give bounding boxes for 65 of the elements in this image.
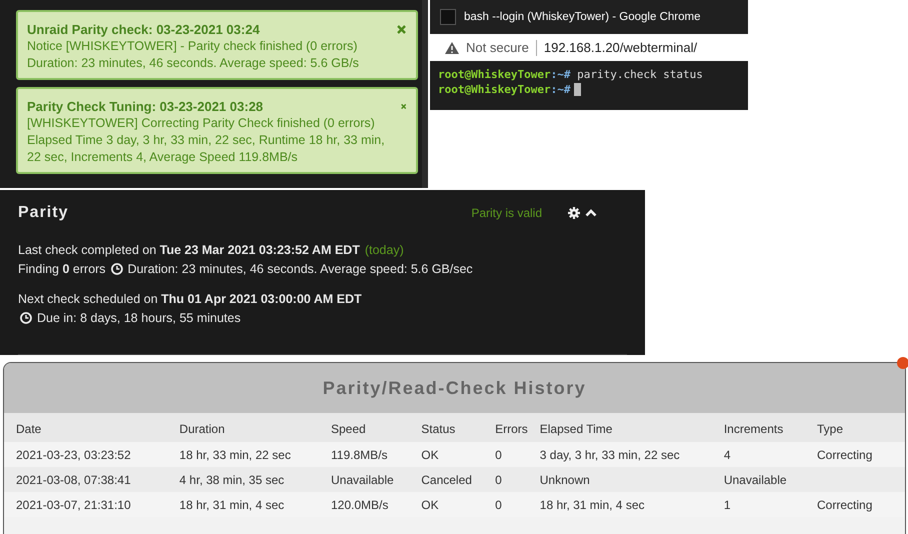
- table-cell: Canceled: [409, 467, 484, 492]
- table-cell: 18 hr, 31 min, 4 sec: [167, 492, 319, 517]
- table-cell: 0: [483, 467, 528, 492]
- errors-text: Finding 0 errors: [18, 261, 106, 277]
- notification-title: Parity Check Tuning: 03-23-2021 03:28: [27, 98, 264, 115]
- today-label: (today): [364, 242, 404, 258]
- column-header: Type: [805, 413, 905, 442]
- table-cell: OK: [409, 442, 484, 467]
- table-cell: 3 day, 3 hr, 33 min, 22 sec: [528, 442, 712, 467]
- last-check-text: Last check completed on Tue 23 Mar 2021 03:23:52 AM EDT: [18, 242, 360, 258]
- terminal-prompt: root@WhiskeyTower: [438, 67, 551, 82]
- due-text: Due in: 8 days, 18 hours, 55 minutes: [37, 310, 241, 326]
- clock-icon: [20, 312, 32, 324]
- table-cell: 1: [712, 492, 806, 517]
- settings-icon[interactable]: [568, 207, 580, 219]
- address-bar[interactable]: Not secure 192.168.1.20/webterminal/: [430, 34, 748, 61]
- table-cell: Unavailable: [318, 467, 410, 492]
- notification-title: Unraid Parity check: 03-23-2021 03:24: [27, 21, 261, 38]
- dialog-title: Parity/Read-Check History: [322, 378, 586, 398]
- table-cell: 4: [712, 442, 806, 467]
- table-cell: 0: [483, 492, 528, 517]
- terminal-command: parity.check status: [576, 67, 703, 82]
- duration-text: Duration: 23 minutes, 46 seconds. Average speed: 5.6 GB/sec: [128, 261, 473, 277]
- table-cell: 2021-03-07, 21:31:10: [4, 492, 168, 517]
- notification-text: Duration: 23 minutes, 46 seconds. Average speed: 5.6 GB/s: [27, 55, 359, 72]
- terminal-path: :~#: [550, 82, 570, 97]
- column-header: Speed: [318, 413, 410, 442]
- table-cell: 4 hr, 38 min, 35 sec: [167, 467, 319, 492]
- terminal-path: :~#: [550, 67, 570, 82]
- close-icon[interactable]: [397, 25, 406, 34]
- table-cell: 2021-03-23, 03:23:52: [4, 442, 168, 467]
- table-cell: Correcting: [805, 492, 905, 517]
- table-cell: 119.8MB/s: [318, 442, 410, 467]
- column-header: Elapsed Time: [528, 413, 712, 442]
- notification-text: Elapsed Time 3 day, 3 hr, 33 min, 22 sec, Runtime 18 hr, 33 min, 22 sec, Increments 4, Average Speed 119.8MB/s: [27, 132, 386, 166]
- terminal-cursor: [574, 83, 582, 96]
- panel-title: Parity: [18, 204, 70, 222]
- next-check-text: Next check scheduled on Thu 01 Apr 2021 03:00:00 AM EDT: [18, 291, 362, 307]
- column-header: Duration: [167, 413, 319, 442]
- table-cell: 18 hr, 33 min, 22 sec: [167, 442, 319, 467]
- window-title: bash --login (WhiskeyTower) - Google Chrome: [464, 11, 700, 23]
- security-label: Not secure: [466, 40, 529, 55]
- parity-status: Parity is valid: [471, 206, 542, 220]
- warning-icon: [445, 42, 459, 54]
- collapse-icon[interactable]: [585, 209, 597, 217]
- table-cell: 120.0MB/s: [318, 492, 410, 517]
- close-icon[interactable]: [897, 357, 908, 369]
- close-icon[interactable]: [400, 102, 406, 111]
- notification-text: [WHISKEYTOWER] Correcting Parity Check finished (0 errors): [27, 115, 376, 132]
- table-cell: Correcting: [805, 442, 905, 467]
- table-cell: Unknown: [528, 467, 712, 492]
- table-cell: OK: [409, 492, 484, 517]
- table-cell: 2021-03-08, 07:38:41: [4, 467, 168, 492]
- table-cell: 18 hr, 31 min, 4 sec: [528, 492, 712, 517]
- clock-icon: [110, 263, 123, 275]
- url-text: 192.168.1.20/webterminal/: [544, 40, 698, 55]
- terminal-prompt: root@WhiskeyTower: [438, 82, 551, 97]
- column-header: Errors: [483, 413, 528, 442]
- column-header: Status: [409, 413, 484, 442]
- column-header: Date: [4, 413, 168, 442]
- table-cell: 0: [483, 442, 528, 467]
- notification-text: Notice [WHISKEYTOWER] - Parity check finished (0 errors): [27, 38, 358, 55]
- table-cell: Unavailable: [712, 467, 806, 492]
- column-header: Increments: [712, 413, 806, 442]
- app-icon: [440, 9, 456, 25]
